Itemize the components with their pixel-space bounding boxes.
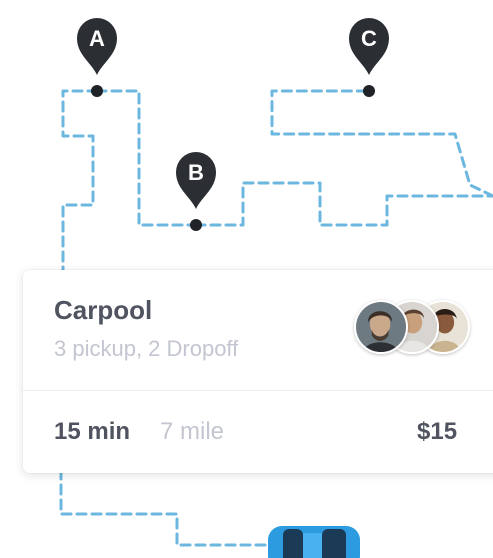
route-path <box>61 89 493 282</box>
ride-stops-summary: 3 pickup, 2 Dropoff <box>54 336 239 361</box>
pin-label-a: A <box>89 26 105 51</box>
stop-dot-a <box>91 85 103 97</box>
ride-summary-header: Carpool 3 pickup, 2 Dropoff <box>23 270 493 391</box>
ride-price: $15 <box>417 418 458 445</box>
avatar[interactable] <box>354 300 408 354</box>
car-icon[interactable] <box>268 526 360 558</box>
pin-label-c: C <box>361 26 377 51</box>
ride-duration: 15 min <box>54 418 131 445</box>
map-pin-icon[interactable]: B <box>176 152 216 209</box>
ride-summary-footer: 15 min 7 mile $15 <box>23 391 493 473</box>
pin-label-b: B <box>188 160 204 185</box>
map-pin-icon[interactable]: A <box>77 18 117 75</box>
passenger-avatars[interactable] <box>354 300 474 358</box>
ride-distance: 7 mile <box>160 418 225 445</box>
stop-dot-c <box>363 85 375 97</box>
map-pin-icon[interactable]: C <box>349 18 389 75</box>
stop-dot-b <box>190 219 202 231</box>
ride-summary-card[interactable]: Carpool 3 pickup, 2 Dropoff 15 min 7 mil… <box>23 270 493 473</box>
ride-map-screen: A B C Carpool 3 pickup, 2 Dropoff 15 min… <box>0 0 493 558</box>
route-path-to-car <box>59 468 270 547</box>
ride-type-title: Carpool <box>54 295 153 325</box>
